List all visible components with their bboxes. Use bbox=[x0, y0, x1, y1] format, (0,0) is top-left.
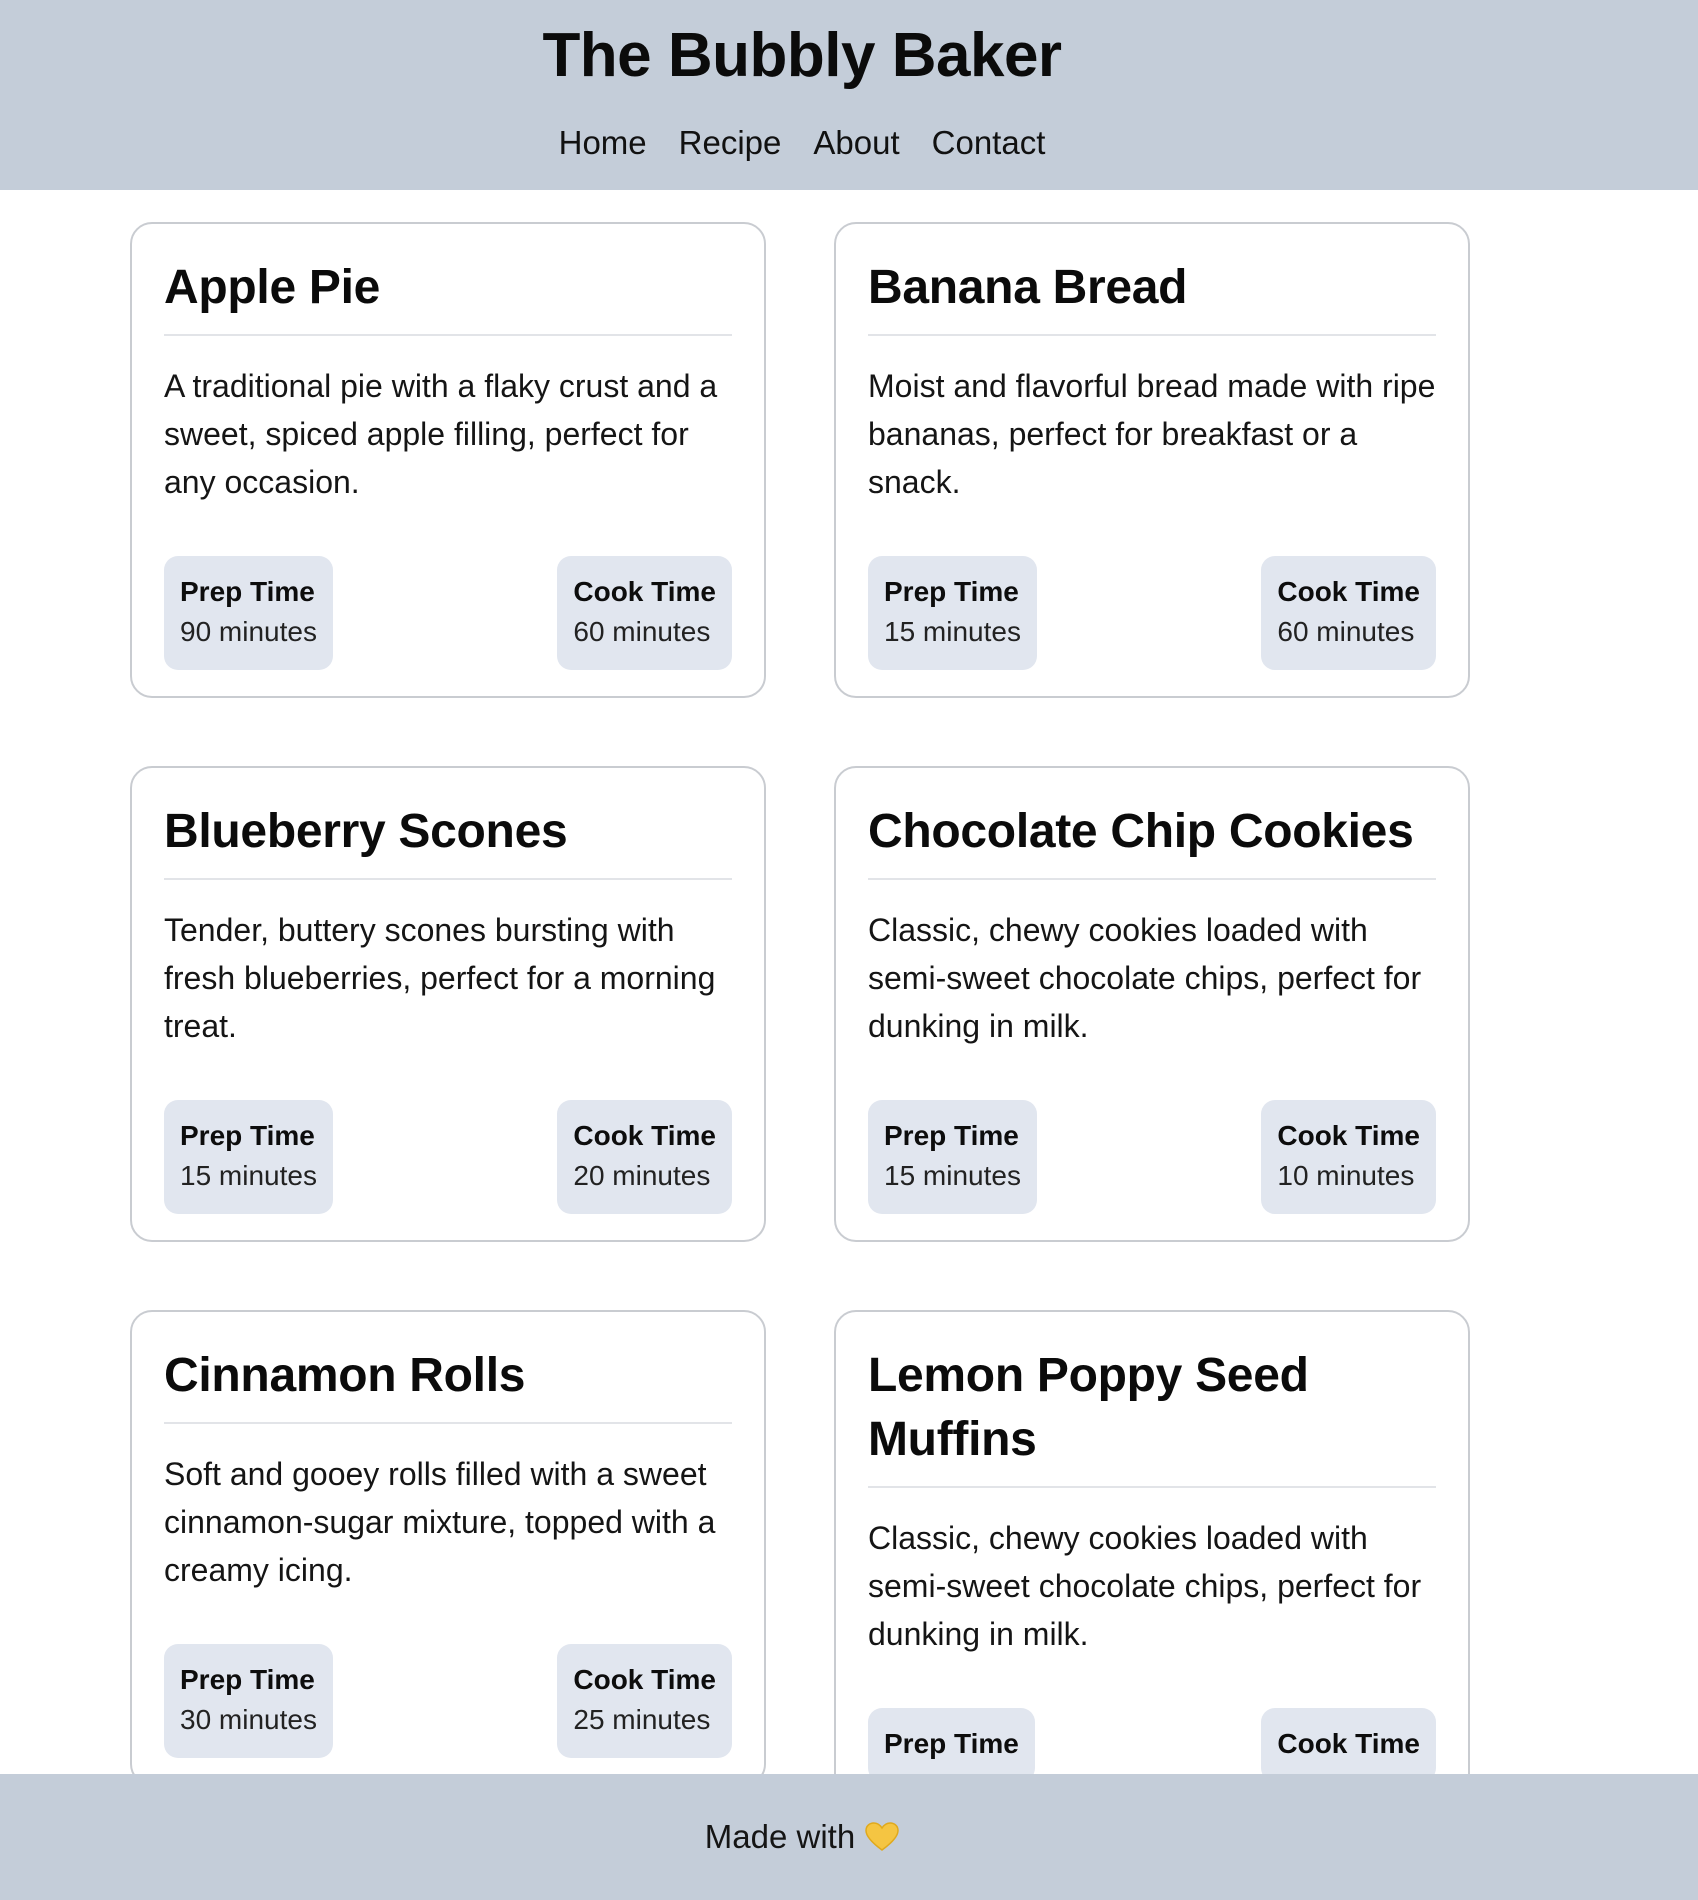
recipe-times: Prep Time 15 minutes Cook Time 10 minute… bbox=[868, 1100, 1436, 1214]
recipe-card-apple-pie: Apple Pie A traditional pie with a flaky… bbox=[130, 222, 766, 698]
prep-time-label: Prep Time bbox=[180, 1120, 315, 1151]
recipe-title: Apple Pie bbox=[164, 256, 732, 336]
prep-time-badge: Prep Time 15 minutes bbox=[868, 556, 1037, 670]
prep-time-value: 15 minutes bbox=[180, 1160, 317, 1191]
recipe-title: Cinnamon Rolls bbox=[164, 1344, 732, 1424]
prep-time-label: Prep Time bbox=[884, 1120, 1019, 1151]
cook-time-label: Cook Time bbox=[573, 576, 716, 607]
prep-time-value: 15 minutes bbox=[884, 616, 1021, 647]
nav-about-link[interactable]: About bbox=[813, 124, 899, 162]
prep-time-label: Prep Time bbox=[180, 1664, 315, 1695]
cook-time-badge: Cook Time 60 minutes bbox=[1261, 556, 1436, 670]
recipe-times: Prep Time 90 minutes Cook Time 60 minute… bbox=[164, 556, 732, 670]
cook-time-value: 10 minutes bbox=[1277, 1160, 1415, 1191]
prep-time-label: Prep Time bbox=[884, 576, 1019, 607]
prep-time-badge: Prep Time bbox=[868, 1708, 1035, 1782]
cook-time-label: Cook Time bbox=[573, 1120, 716, 1151]
prep-time-label: Prep Time bbox=[180, 576, 315, 607]
heart-icon bbox=[865, 1822, 899, 1851]
cook-time-badge: Cook Time bbox=[1261, 1708, 1436, 1782]
cook-time-label: Cook Time bbox=[1277, 1728, 1420, 1759]
recipe-card-blueberry-scones: Blueberry Scones Tender, buttery scones … bbox=[130, 766, 766, 1242]
cook-time-badge: Cook Time 10 minutes bbox=[1261, 1100, 1436, 1214]
site-footer: Made with bbox=[0, 1774, 1698, 1900]
recipe-title: Blueberry Scones bbox=[164, 800, 732, 880]
cook-time-badge: Cook Time 25 minutes bbox=[557, 1644, 732, 1758]
recipe-title: Banana Bread bbox=[868, 256, 1436, 336]
recipe-title: Lemon Poppy Seed Muffins bbox=[868, 1344, 1436, 1488]
cook-time-label: Cook Time bbox=[1277, 576, 1420, 607]
cook-time-value: 25 minutes bbox=[573, 1704, 711, 1735]
cook-time-value: 20 minutes bbox=[573, 1160, 711, 1191]
prep-time-value: 30 minutes bbox=[180, 1704, 317, 1735]
cook-time-label: Cook Time bbox=[1277, 1120, 1420, 1151]
site-header: The Bubbly Baker Home Recipe About Conta… bbox=[0, 0, 1698, 190]
recipe-card-banana-bread: Banana Bread Moist and flavorful bread m… bbox=[834, 222, 1470, 698]
prep-time-value: 15 minutes bbox=[884, 1160, 1021, 1191]
recipe-times: Prep Time 15 minutes Cook Time 60 minute… bbox=[868, 556, 1436, 670]
recipe-card-chocolate-chip-cookies: Chocolate Chip Cookies Classic, chewy co… bbox=[834, 766, 1470, 1242]
cook-time-badge: Cook Time 60 minutes bbox=[557, 556, 732, 670]
recipe-description: Classic, chewy cookies loaded with semi-… bbox=[868, 1520, 1422, 1652]
recipe-title: Chocolate Chip Cookies bbox=[868, 800, 1436, 880]
cook-time-label: Cook Time bbox=[573, 1664, 716, 1695]
recipe-times: Prep Time Cook Time bbox=[868, 1708, 1436, 1782]
main-nav: Home Recipe About Contact bbox=[0, 124, 1604, 162]
prep-time-label: Prep Time bbox=[884, 1728, 1019, 1759]
footer-message: Made with bbox=[0, 1774, 1604, 1900]
recipe-card-lemon-poppy-seed-muffins: Lemon Poppy Seed Muffins Classic, chewy … bbox=[834, 1310, 1470, 1810]
recipe-description: A traditional pie with a flaky crust and… bbox=[164, 368, 718, 500]
footer-text: Made with bbox=[704, 1818, 856, 1855]
nav-home-link[interactable]: Home bbox=[559, 124, 647, 162]
site-title: The Bubbly Baker bbox=[542, 21, 1062, 90]
cook-time-badge: Cook Time 20 minutes bbox=[557, 1100, 732, 1214]
cook-time-value: 60 minutes bbox=[1277, 616, 1415, 647]
recipe-card-cinnamon-rolls: Cinnamon Rolls Soft and gooey rolls fill… bbox=[130, 1310, 766, 1786]
recipe-times: Prep Time 30 minutes Cook Time 25 minute… bbox=[164, 1644, 732, 1758]
recipe-description: Soft and gooey rolls filled with a sweet… bbox=[164, 1456, 716, 1588]
nav-recipe-link[interactable]: Recipe bbox=[679, 124, 782, 162]
prep-time-badge: Prep Time 15 minutes bbox=[868, 1100, 1037, 1214]
recipe-description: Classic, chewy cookies loaded with semi-… bbox=[868, 912, 1422, 1044]
nav-contact-link[interactable]: Contact bbox=[932, 124, 1046, 162]
prep-time-badge: Prep Time 15 minutes bbox=[164, 1100, 333, 1214]
prep-time-value: 90 minutes bbox=[180, 616, 317, 647]
recipe-description: Moist and flavorful bread made with ripe… bbox=[868, 368, 1436, 500]
prep-time-badge: Prep Time 30 minutes bbox=[164, 1644, 333, 1758]
recipe-times: Prep Time 15 minutes Cook Time 20 minute… bbox=[164, 1100, 732, 1214]
cook-time-value: 60 minutes bbox=[573, 616, 711, 647]
prep-time-badge: Prep Time 90 minutes bbox=[164, 556, 333, 670]
recipe-description: Tender, buttery scones bursting with fre… bbox=[164, 912, 716, 1044]
